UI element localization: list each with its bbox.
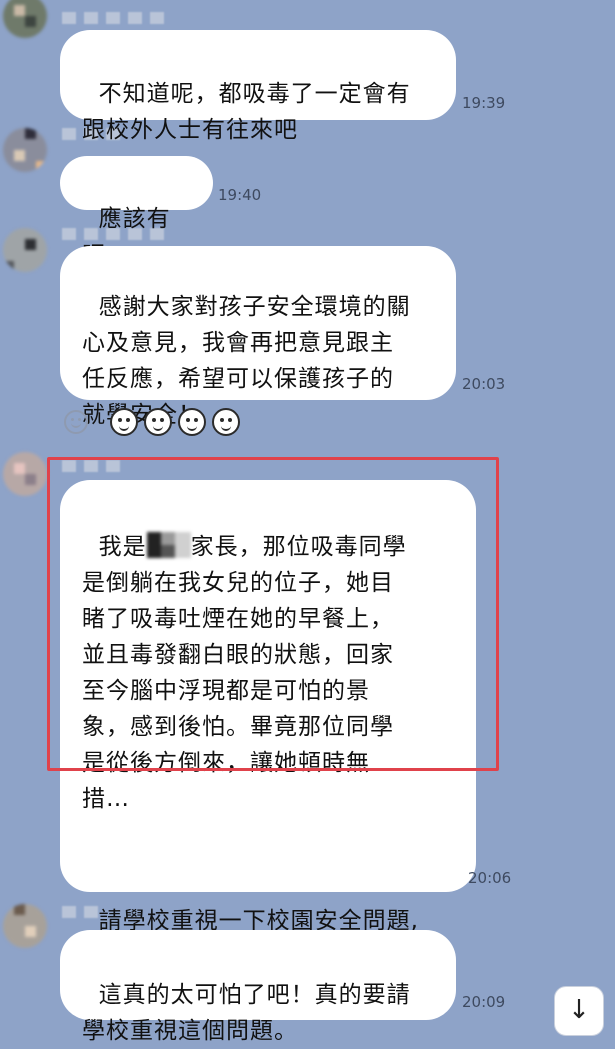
message-bubble[interactable]: 應該有吧 [60, 156, 213, 268]
avatar[interactable] [3, 452, 47, 496]
scroll-to-bottom-button[interactable]: ↓ [554, 986, 604, 1036]
message-timestamp: 20:09 [462, 993, 506, 1011]
message-bubble[interactable]: 這真的太可怕了吧！真的要請 學校重視這個問題。 [60, 930, 456, 1044]
message-bubble[interactable]: 感謝大家對孩子安全環境的關 心及意見，我會再把意見跟主 任反應，希望可以保護孩子… [60, 246, 456, 428]
thumbs-up-sticker-icon[interactable] [110, 408, 138, 436]
message-bubble[interactable]: 不知道呢，都吸毒了一定會有 跟校外人士有往來吧 [60, 30, 456, 143]
smile-icon[interactable] [64, 410, 88, 434]
highlight-box [47, 457, 499, 771]
message-timestamp: 20:06 [468, 869, 512, 887]
message-timestamp: 19:40 [218, 186, 262, 204]
sender-name-redacted [62, 12, 164, 24]
thumbs-up-sticker-icon[interactable] [178, 408, 206, 436]
reaction-row [64, 408, 240, 436]
message-text: 不知道呢，都吸毒了一定會有 跟校外人士有往來吧 [82, 81, 411, 143]
avatar[interactable] [3, 0, 47, 38]
thumbs-up-sticker-icon[interactable] [144, 408, 172, 436]
message-timestamp: 20:03 [462, 375, 506, 393]
avatar[interactable] [3, 128, 47, 172]
avatar[interactable] [3, 228, 47, 272]
message-timestamp: 19:39 [462, 94, 506, 112]
avatar[interactable] [3, 904, 47, 948]
arrow-down-icon: ↓ [568, 995, 590, 1025]
message-text: 這真的太可怕了吧！真的要請 學校重視這個問題。 [82, 982, 411, 1044]
thumbs-up-sticker-icon[interactable] [212, 408, 240, 436]
